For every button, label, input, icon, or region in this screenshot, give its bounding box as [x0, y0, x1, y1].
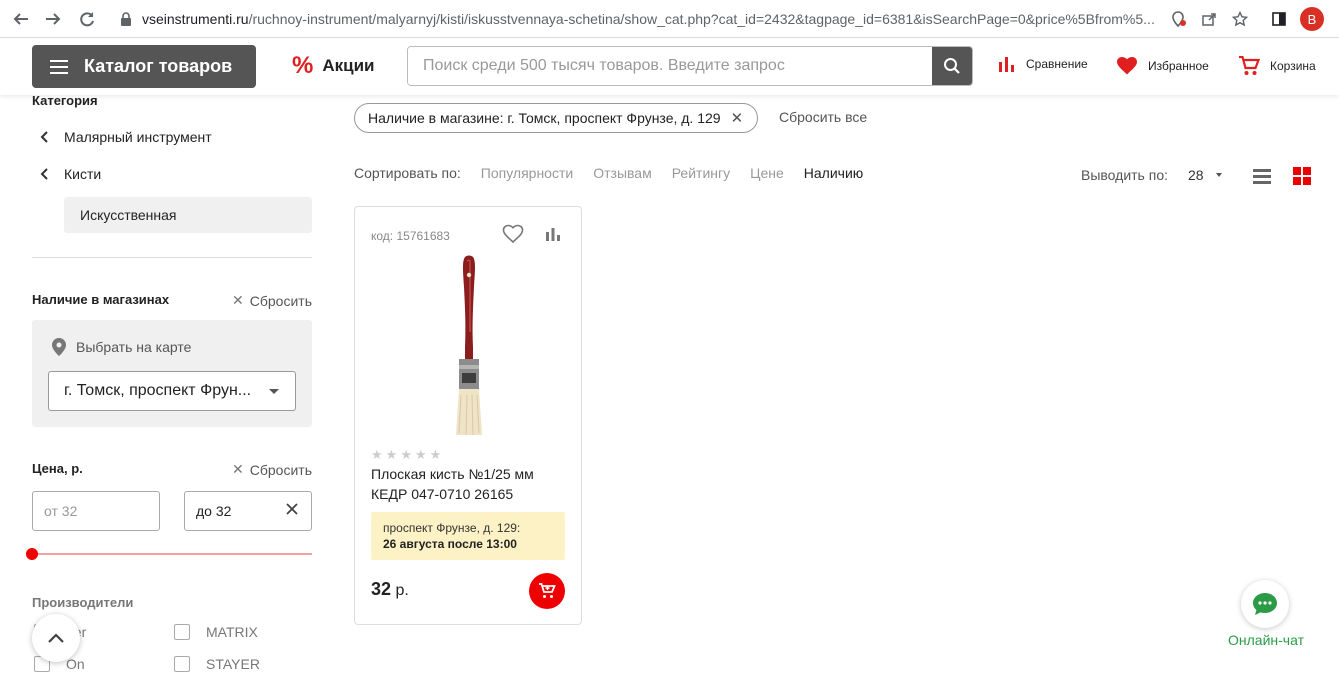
scroll-top-button[interactable]	[32, 614, 80, 662]
stores-title: Наличие в магазинах	[32, 292, 170, 307]
lock-icon[interactable]	[116, 9, 136, 29]
cart-link[interactable]: Корзина	[1238, 56, 1316, 76]
sort-bar: Сортировать по: Популярности Отзывам Рей…	[354, 165, 883, 181]
forward-icon[interactable]	[42, 8, 64, 30]
percent-icon: %	[292, 52, 314, 79]
chevron-left-icon	[32, 131, 64, 143]
sort-label: Сортировать по:	[354, 165, 461, 181]
compare-link[interactable]: Сравнение	[998, 56, 1088, 72]
close-icon: ✕	[232, 292, 244, 308]
heart-icon	[1117, 57, 1137, 75]
favorite-heart-icon[interactable]	[502, 224, 524, 249]
chat-bubble-icon	[1253, 593, 1277, 615]
star-icon: ★	[371, 447, 383, 462]
price-slider-track[interactable]	[32, 553, 312, 555]
browser-toolbar: vseinstrumenti.ru/ruchnoy-instrument/mal…	[0, 0, 1339, 38]
category-item-malyarnyj[interactable]: Малярный инструмент	[32, 127, 212, 147]
address-bar[interactable]: vseinstrumenti.ru/ruchnoy-instrument/mal…	[142, 11, 1154, 27]
active-filter-chip[interactable]: Наличие в магазине: г. Томск, проспект Ф…	[354, 103, 759, 133]
dropdown-caret-icon	[269, 389, 279, 394]
brands-title: Производители	[32, 595, 134, 610]
product-card[interactable]: код: 15761683 ★ ★ ★ ★ ★ Плоская кисть №1/25 …	[354, 206, 582, 625]
price-from-input[interactable]: от 32	[32, 491, 160, 531]
price-slider-thumb[interactable]	[26, 548, 38, 560]
rating-stars: ★ ★ ★ ★ ★	[371, 447, 444, 463]
favorites-link[interactable]: Избранное	[1116, 56, 1209, 75]
clear-icon[interactable]	[285, 502, 299, 519]
search-icon	[944, 58, 960, 74]
sort-option-rating[interactable]: Рейтингу	[672, 165, 730, 181]
star-icon: ★	[429, 447, 442, 462]
star-icon: ★	[400, 447, 412, 462]
promo-link[interactable]: % Акции	[292, 54, 374, 78]
category-title: Категория	[32, 93, 98, 108]
close-icon: ✕	[232, 461, 244, 477]
menu-icon	[50, 59, 68, 74]
price-reset-button[interactable]: ✕ Сбросить	[232, 461, 312, 478]
sort-option-availability[interactable]: Наличию	[804, 165, 864, 181]
divider	[32, 257, 312, 258]
map-select-link[interactable]: Выбрать на карте	[52, 338, 191, 356]
back-icon[interactable]	[10, 8, 32, 30]
per-page-select[interactable]: 28	[1188, 167, 1222, 183]
sort-option-popularity[interactable]: Популярности	[481, 165, 573, 181]
side-panel-icon[interactable]	[1269, 9, 1289, 29]
cart-icon	[539, 583, 556, 598]
product-code: код: 15761683	[371, 229, 450, 243]
online-chat-label[interactable]: Онлайн-чат	[1228, 632, 1304, 648]
location-blocked-icon[interactable]	[1169, 9, 1189, 29]
close-icon[interactable]: ✕	[731, 109, 744, 127]
product-image[interactable]	[445, 255, 493, 439]
list-view-icon[interactable]	[1252, 166, 1272, 186]
reset-all-button[interactable]: Сбросить все	[779, 109, 867, 125]
brand-checkbox[interactable]: MATRIX	[174, 624, 258, 640]
brand-checkbox[interactable]: STAYER	[174, 656, 260, 672]
map-pin-icon	[52, 338, 66, 356]
site-header: Каталог товаров % Акции Сравнение Избран…	[0, 38, 1339, 95]
star-icon: ★	[385, 447, 398, 462]
chevron-up-icon	[48, 633, 64, 643]
sort-option-reviews[interactable]: Отзывам	[593, 165, 651, 181]
chevron-left-icon	[32, 168, 64, 180]
product-title[interactable]: Плоская кисть №1/25 мм КЕДР 047-0710 261…	[371, 464, 571, 504]
search-button[interactable]	[932, 47, 972, 85]
compare-icon	[999, 57, 1014, 72]
online-chat-button[interactable]	[1241, 580, 1289, 628]
dropdown-caret-icon	[1215, 173, 1222, 177]
store-panel: Выбрать на карте г. Томск, проспект Фрун…	[32, 320, 312, 427]
search-box	[407, 46, 973, 86]
bookmark-star-icon[interactable]	[1230, 9, 1250, 29]
price-title: Цена, р.	[32, 461, 83, 476]
cart-icon	[1239, 56, 1260, 75]
category-item-active[interactable]: Искусственная	[64, 197, 312, 233]
product-price: 32 р.	[371, 579, 409, 599]
store-select[interactable]: г. Томск, проспект Фрун...	[48, 371, 296, 411]
catalog-button[interactable]: Каталог товаров	[32, 45, 256, 88]
stores-reset-button[interactable]: ✕ Сбросить	[232, 292, 312, 309]
profile-avatar[interactable]: В	[1300, 7, 1324, 31]
grid-view-icon[interactable]	[1292, 166, 1312, 186]
per-page-control: Выводить по: 28	[1081, 167, 1222, 183]
category-item-kisti[interactable]: Кисти	[32, 164, 101, 184]
star-icon: ★	[414, 447, 427, 462]
reload-icon[interactable]	[76, 8, 98, 30]
share-icon[interactable]	[1199, 9, 1219, 29]
compare-icon[interactable]	[545, 227, 561, 246]
availability-info: проспект Фрунзе, д. 129: 26 августа посл…	[371, 512, 565, 560]
search-input[interactable]	[408, 47, 932, 85]
price-to-input[interactable]: до 32	[184, 491, 312, 531]
add-to-cart-button[interactable]	[529, 573, 565, 609]
sort-option-price[interactable]: Цене	[750, 165, 784, 181]
